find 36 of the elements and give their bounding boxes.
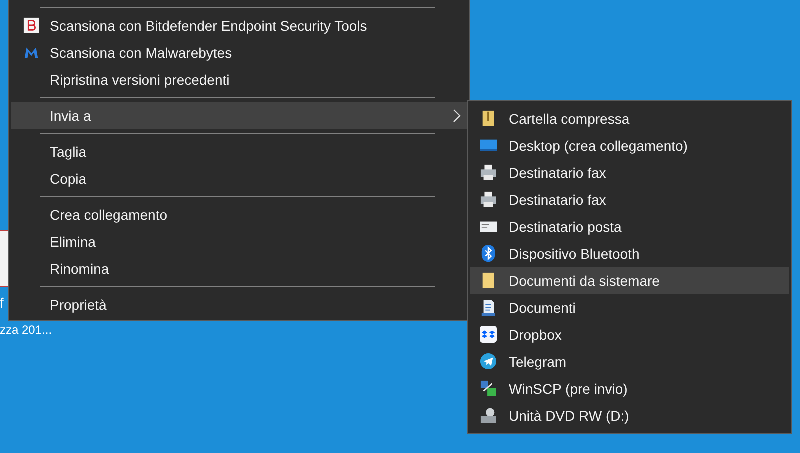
menu-item[interactable]: WinSCP (pre invio) [470, 375, 789, 402]
menu-item[interactable]: Copia [11, 165, 467, 192]
menu-item[interactable]: Crea collegamento [11, 201, 467, 228]
menu-item[interactable]: Documenti da sistemare [470, 267, 789, 294]
menu-item[interactable]: Proprietà [11, 291, 467, 318]
fax-icon [480, 191, 497, 208]
menu-item[interactable]: Dropbox [470, 321, 789, 348]
document-icon [480, 299, 497, 316]
transfer-icon [480, 380, 497, 397]
menu-item[interactable]: Ripristina versioni precedenti [11, 66, 467, 93]
monitor-icon [480, 137, 497, 154]
menu-item[interactable]: Scansiona con Bitdefender Endpoint Security Tools [11, 12, 467, 39]
menu-item[interactable]: Desktop (crea collegamento) [470, 132, 789, 159]
menu-item[interactable]: Scansiona con Malwarebytes [11, 39, 467, 66]
fax-icon [480, 164, 497, 181]
folder-icon [480, 272, 497, 289]
menu-item[interactable]: Rinomina [11, 255, 467, 282]
shield-letter-icon [23, 17, 40, 34]
bluetooth-icon [480, 245, 497, 262]
desktop-icon-label: zza 201... [0, 323, 52, 337]
desktop-icon-label: f [0, 295, 4, 311]
menu-item[interactable]: Documenti [470, 294, 789, 321]
box-icon [480, 326, 497, 343]
menu-item[interactable]: Destinatario fax [470, 186, 789, 213]
menu-item[interactable]: Destinatario fax [470, 159, 789, 186]
zipped-folder-icon [480, 110, 497, 127]
menu-item[interactable]: Invia a [11, 102, 467, 129]
drive-icon [480, 407, 497, 424]
menu-item[interactable]: Destinatario posta [470, 213, 789, 240]
menu-item[interactable]: Telegram [470, 348, 789, 375]
menu-item[interactable]: Unità DVD RW (D:) [470, 402, 789, 429]
menu-item[interactable]: Elimina [11, 228, 467, 255]
menu-item[interactable]: Taglia [11, 138, 467, 165]
paper-plane-icon [480, 353, 497, 370]
menu-item[interactable]: Cartella compressa [470, 105, 789, 132]
menu-item[interactable]: Dispositivo Bluetooth [470, 240, 789, 267]
